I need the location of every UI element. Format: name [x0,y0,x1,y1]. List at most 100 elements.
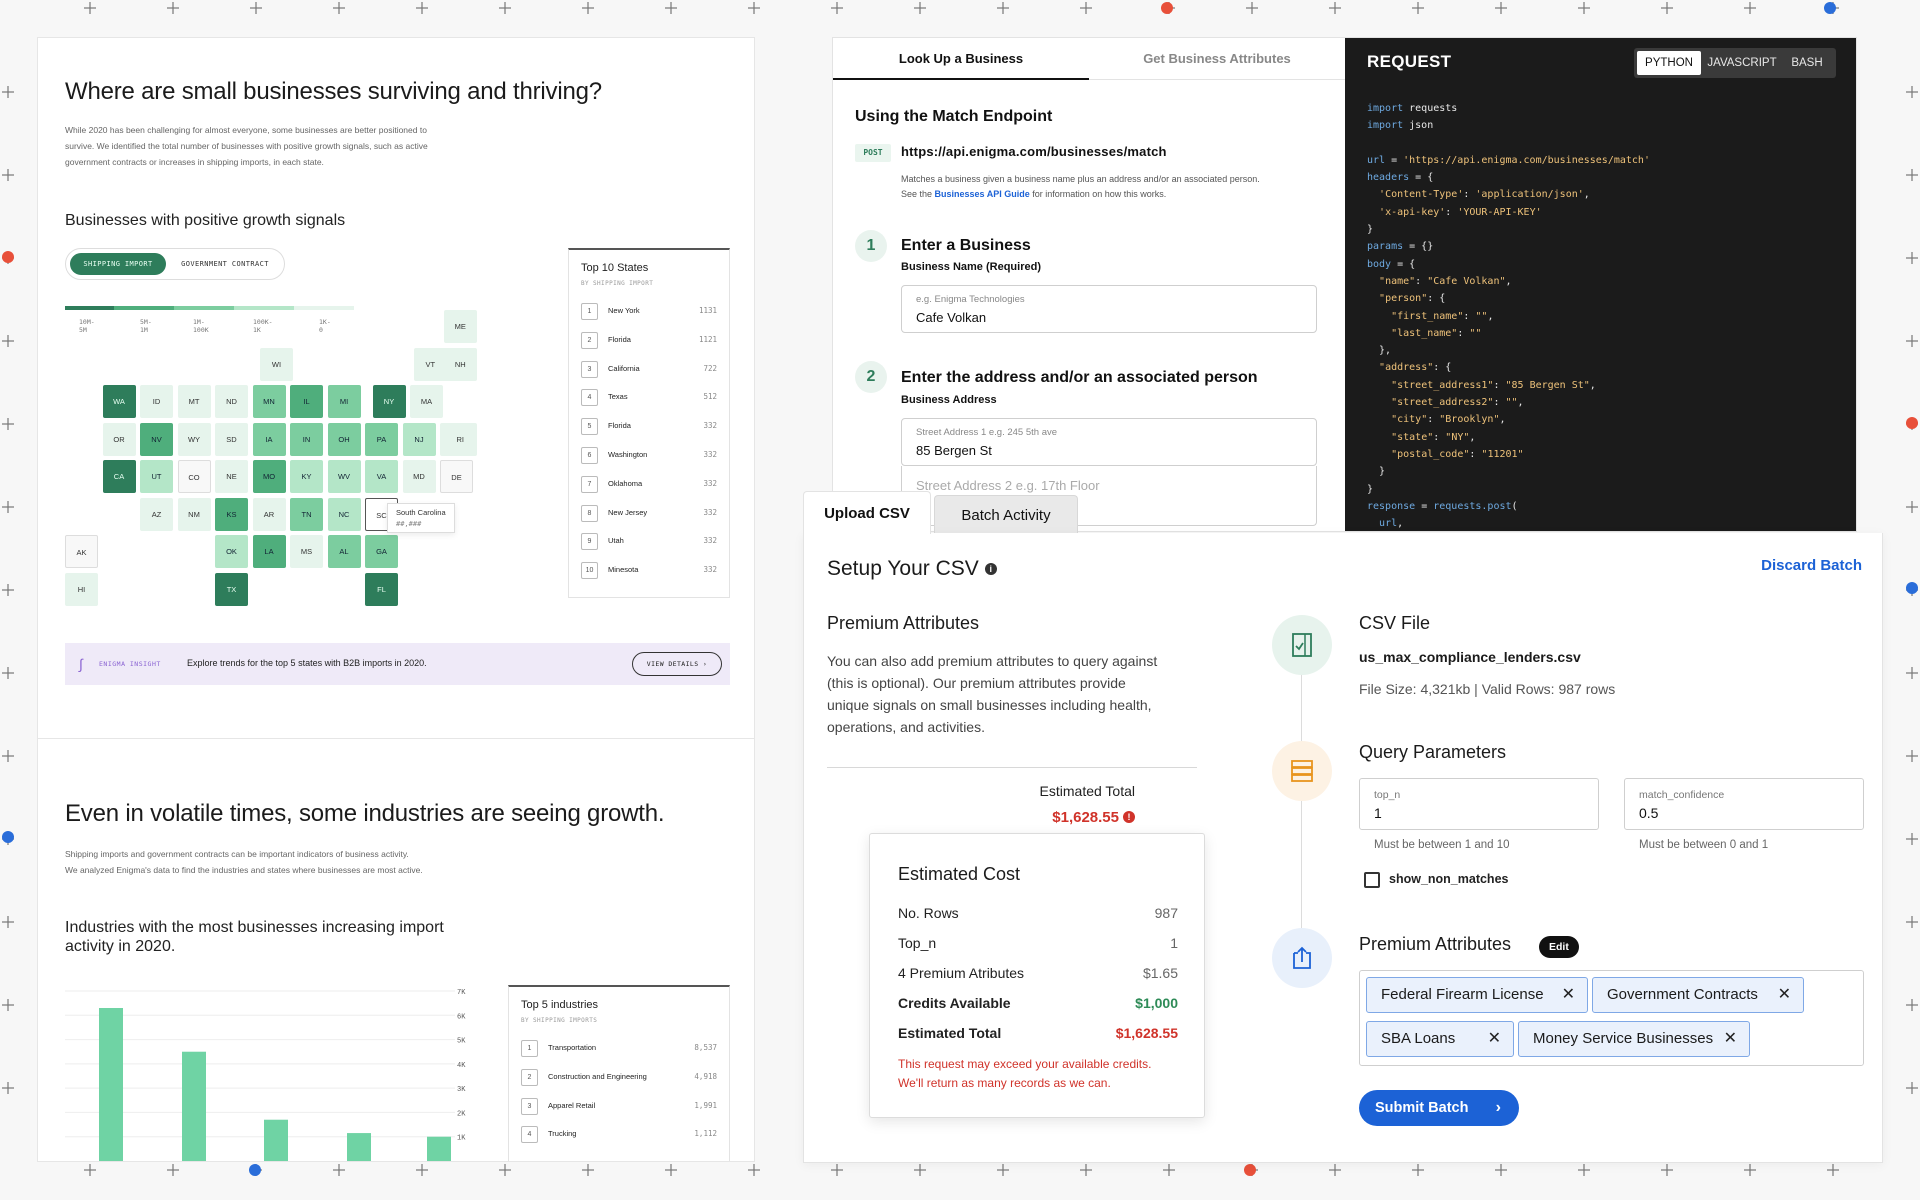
discard-batch-button[interactable]: Discard Batch [1761,557,1862,574]
list-item: 3 Apparel Retail 1,991 [521,1096,717,1116]
rank-badge: 1 [521,1040,538,1057]
show-non-matches-checkbox[interactable] [1364,872,1380,888]
remove-chip-icon[interactable]: ✕ [1778,978,1791,1012]
state-tile-tn[interactable]: TN [290,497,323,531]
y-tick-label: 1K [457,1135,466,1143]
state-tile-mn[interactable]: MN [252,385,286,418]
state-tile-wa[interactable]: WA [102,385,136,418]
state-tile-or[interactable]: OR [102,422,136,456]
state-tile-pa[interactable]: PA [365,422,398,456]
info-icon[interactable]: i [984,563,997,575]
api-tabs: Look Up a Business Get Business Attribut… [833,38,1345,80]
state-tile-nc[interactable]: NC [327,497,361,531]
submit-batch-button[interactable]: Submit Batch › [1359,1090,1519,1126]
match-confidence-input[interactable]: match_confidence 0.5 [1624,778,1864,830]
list-item: 7 Oklahoma 332 [581,474,717,494]
state-tile-ak[interactable]: AK [65,535,98,568]
csv-title: Setup Your CSV i [827,557,997,581]
state-tile-ky[interactable]: KY [290,460,323,493]
remove-chip-icon[interactable]: ✕ [1724,1022,1737,1056]
state-tile-ar[interactable]: AR [252,497,286,531]
state-tile-az[interactable]: AZ [140,497,173,531]
rank-badge: 6 [581,447,598,464]
list-item-value: 4,918 [694,1071,717,1081]
match-confidence-label: match_confidence [1639,789,1725,801]
warning-icon[interactable]: ! [1123,811,1135,823]
state-tile-ok[interactable]: OK [215,535,248,568]
tab-look-up-business[interactable]: Look Up a Business [833,38,1089,80]
state-tile-ny[interactable]: NY [372,385,406,418]
list-item: 6 Washington 332 [581,445,717,465]
chip-government-contracts: Government Contracts ✕ [1592,977,1804,1013]
state-tile-nd[interactable]: ND [215,385,248,418]
business-name-input[interactable]: e.g. Enigma Technologies Cafe Volkan [901,285,1317,333]
state-tile-me[interactable]: ME [443,310,477,343]
state-tile-wy[interactable]: WY [177,422,211,456]
state-tile-tx[interactable]: TX [215,572,248,606]
chart-bar[interactable] [99,1008,123,1161]
state-tile-mt[interactable]: MT [177,385,211,418]
state-tile-ri[interactable]: RI [443,422,477,456]
state-tile-in[interactable]: IN [290,422,323,456]
edit-attributes-button[interactable]: Edit [1539,936,1579,958]
state-tile-ut[interactable]: UT [140,460,173,493]
state-tile-ca[interactable]: CA [102,460,136,493]
lang-bash[interactable]: BASH [1782,51,1832,75]
state-tile-ga[interactable]: GA [365,535,398,568]
chip-federal-firearm-license: Federal Firearm License ✕ [1366,977,1588,1013]
state-tile-va[interactable]: VA [365,460,398,493]
chart-bar[interactable] [182,1051,206,1161]
state-tile-ne[interactable]: NE [215,460,248,493]
businesses-api-guide-link[interactable]: Businesses API Guide [935,189,1030,199]
state-tile-de[interactable]: DE [440,460,473,493]
street-address-1-input[interactable]: Street Address 1 e.g. 245 5th ave 85 Ber… [901,418,1317,466]
lang-javascript[interactable]: JAVASCRIPT [1704,51,1780,75]
state-tile-al[interactable]: AL [327,535,361,568]
state-tile-vt[interactable]: VT [413,347,447,381]
state-tile-md[interactable]: MD [402,460,436,493]
state-tile-ma[interactable]: MA [410,385,443,418]
state-tile-la[interactable]: LA [252,535,286,568]
list-item-value: 512 [703,392,717,402]
remove-chip-icon[interactable]: ✕ [1488,1022,1501,1056]
lang-python[interactable]: PYTHON [1637,51,1701,75]
state-tile-ks[interactable]: KS [215,497,248,531]
state-tile-oh[interactable]: OH [327,422,361,456]
state-tile-wi[interactable]: WI [260,347,293,381]
state-tile-wv[interactable]: WV [327,460,361,493]
csv-file-heading: CSV File [1359,613,1431,633]
tab-get-business-attributes[interactable]: Get Business Attributes [1089,38,1345,80]
premium-attributes-box: Federal Firearm License ✕ Government Cont… [1359,970,1864,1066]
chart-bar[interactable] [264,1119,288,1161]
state-tile-sd[interactable]: SD [215,422,248,456]
toggle-shipping-import[interactable]: SHIPPING IMPORT [70,253,166,275]
state-tile-nm[interactable]: NM [177,497,211,531]
state-tile-mo[interactable]: MO [252,460,286,493]
top-n-input[interactable]: top_n 1 [1359,778,1599,830]
state-tile-mi[interactable]: MI [327,385,361,418]
state-tile-nh[interactable]: NH [443,347,477,381]
view-details-button[interactable]: VIEW DETAILS › [632,652,722,676]
state-tile-nj[interactable]: NJ [402,422,436,456]
state-tile-fl[interactable]: FL [365,572,398,606]
state-tile-ms[interactable]: MS [290,535,323,568]
street-address-1-value: 85 Bergen St [916,443,992,458]
state-tile-hi[interactable]: HI [65,572,98,606]
state-tile-il[interactable]: IL [290,385,323,418]
remove-chip-icon[interactable]: ✕ [1562,978,1575,1012]
rank-badge: 2 [521,1068,538,1086]
state-tile-id[interactable]: ID [140,385,173,418]
state-tile-co[interactable]: CO [177,460,211,493]
top-states-subtitle: BY SHIPPING IMPORT [581,280,654,287]
tab-batch-activity[interactable]: Batch Activity [934,495,1078,534]
list-item: 2 Construction and Engineering 4,918 [521,1067,717,1087]
list-item-name: California [608,363,640,373]
state-tile-ia[interactable]: IA [252,422,286,456]
tab-upload-csv[interactable]: Upload CSV [803,491,931,534]
rank-badge: 2 [581,331,598,349]
match-confidence-hint: Must be between 0 and 1 [1639,839,1769,851]
state-tile-nv[interactable]: NV [140,422,173,456]
toggle-government-contract[interactable]: GOVERNMENT CONTRACT [170,253,280,275]
chart-bar[interactable] [347,1133,371,1161]
chart-bar[interactable] [427,1136,451,1161]
